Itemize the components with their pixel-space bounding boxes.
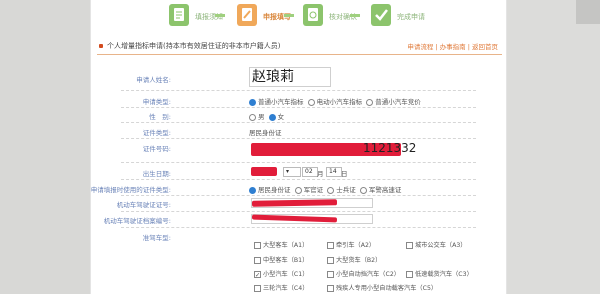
class-checkbox-a2[interactable]: 牵引车（A2） <box>327 240 375 249</box>
checkbox-icon[interactable] <box>254 284 261 292</box>
divider <box>121 195 476 196</box>
scroll-corner[interactable] <box>576 0 600 24</box>
radio-icon[interactable] <box>249 113 256 121</box>
radio-icon[interactable] <box>294 186 302 194</box>
birth-year-select[interactable]: ▾ <box>283 167 301 177</box>
checkmark-icon <box>371 4 391 26</box>
doc-type-value: 居民身份证 <box>249 129 282 137</box>
vehicle-doc-label: 申请填报时使用的证件类型: <box>90 186 171 194</box>
right-background <box>506 0 600 294</box>
license-label: 机动车驾驶证证号: <box>116 201 171 209</box>
doc-type-label: 证件类型: <box>142 129 171 137</box>
doc-no-label: 证件号码: <box>142 145 171 153</box>
divider <box>121 107 476 108</box>
vehicle-doc-radio-group[interactable]: 居民身份证 军官证 士兵证 军警高速证 <box>249 184 401 194</box>
divider <box>121 90 476 91</box>
class-checkbox-a3[interactable]: 城市公交车（A3） <box>406 240 466 249</box>
checkbox-icon[interactable] <box>327 270 334 278</box>
birth-label: 出生日期: <box>142 170 171 178</box>
file-label: 机动车驾驶证档案编号: <box>103 217 171 225</box>
divider <box>121 138 476 139</box>
vehicle-class-label: 准驾车型: <box>142 234 171 242</box>
birth-day-select[interactable]: 14 <box>326 167 342 177</box>
class-checkbox-c4[interactable]: 三轮汽车（C4） <box>254 283 308 292</box>
divider <box>121 227 476 228</box>
class-checkbox-c1[interactable]: ✓ 小型汽车（C1） <box>254 269 308 279</box>
form-page: 填报须知 申报填写 核对确认 完成申请 个人增量指标申请(持本市有效居住证的非本… <box>90 0 507 294</box>
birth-month-select[interactable]: 02 <box>302 167 318 177</box>
arrow-icon <box>215 14 225 17</box>
radio-icon[interactable] <box>307 98 315 106</box>
step-label: 完成申请 <box>397 13 425 21</box>
divider <box>121 211 476 212</box>
radio-on-icon[interactable] <box>249 186 256 194</box>
checkbox-icon[interactable] <box>406 241 413 249</box>
class-checkbox-c2[interactable]: 小型自动挡汽车（C2） <box>327 269 400 278</box>
divider <box>121 122 476 123</box>
month-unit: 月 <box>317 170 324 178</box>
applicant-name-field[interactable]: 赵琅莉 <box>249 67 331 87</box>
type-radio-group[interactable]: 普通小汽车指标 电动小汽车指标 普通小汽车竞价 <box>249 96 421 106</box>
radio-icon[interactable] <box>359 186 367 194</box>
section-title: 个人增量指标申请(持本市有效居住证的非本市户籍人员) <box>107 42 281 50</box>
day-unit: 日 <box>341 170 348 178</box>
gender-radio-group[interactable]: 男 女 <box>249 111 284 121</box>
radio-icon[interactable] <box>366 98 374 106</box>
name-label: 申请人姓名: <box>136 76 171 84</box>
radio-icon[interactable] <box>327 186 335 194</box>
class-checkbox-c5[interactable]: 残疾人专用小型自动载客汽车（C5） <box>327 283 437 292</box>
checkbox-icon[interactable] <box>254 256 261 264</box>
divider <box>121 162 476 163</box>
header-links[interactable]: 申请流程 | 办事指南 | 返回首页 <box>407 41 498 51</box>
doc-no-fragment: 1121332 <box>363 141 417 155</box>
notice-icon <box>169 4 189 26</box>
checkbox-icon[interactable] <box>406 270 413 278</box>
checkbox-icon[interactable] <box>327 241 334 249</box>
bullet-icon <box>99 44 103 48</box>
checkbox-icon[interactable] <box>254 241 261 249</box>
arrow-icon <box>350 14 360 17</box>
radio-on-icon[interactable] <box>249 98 256 106</box>
redaction-mark <box>251 167 277 176</box>
type-label: 申请类型: <box>142 98 171 106</box>
left-background <box>0 0 90 294</box>
class-checkbox-a1[interactable]: 大型客车（A1） <box>254 240 308 249</box>
checkbox-icon[interactable] <box>327 284 334 292</box>
arrow-icon <box>284 14 294 17</box>
class-checkbox-b2[interactable]: 大型货车（B2） <box>327 255 381 264</box>
radio-on-icon[interactable] <box>268 113 276 121</box>
class-checkbox-c3[interactable]: 低速载货汽车（C3） <box>406 269 473 278</box>
section-header: 个人增量指标申请(持本市有效居住证的非本市户籍人员) 申请流程 | 办事指南 |… <box>97 38 502 55</box>
class-checkbox-b1[interactable]: 中型客车（B1） <box>254 255 308 264</box>
check-doc-icon <box>303 4 323 26</box>
edit-icon <box>237 4 257 26</box>
checkbox-icon[interactable] <box>327 256 334 264</box>
checkbox-checked-icon[interactable]: ✓ <box>254 270 261 279</box>
divider <box>121 179 476 180</box>
gender-label: 性 别: <box>149 113 171 121</box>
progress-steps: 填报须知 申报填写 核对确认 完成申请 <box>91 0 506 36</box>
